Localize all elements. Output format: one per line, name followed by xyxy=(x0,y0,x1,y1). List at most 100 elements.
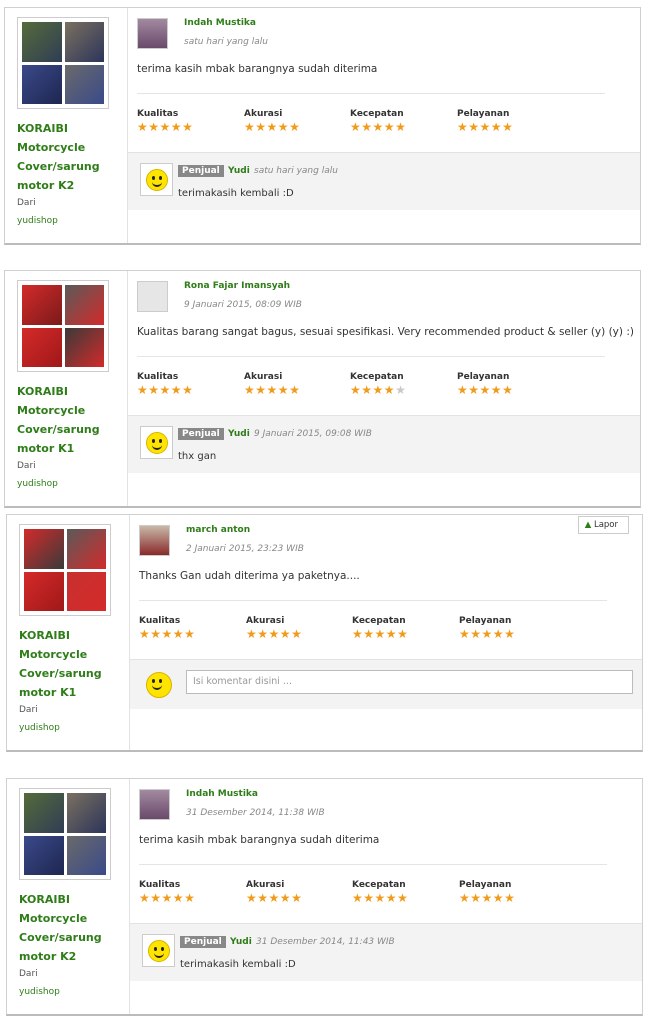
reply-date: satu hari yang lalu xyxy=(254,166,338,176)
review-card: KORAIBI Motorcycle Cover/sarung motor K1… xyxy=(6,514,643,752)
product-thumbnail[interactable] xyxy=(19,788,111,880)
star-icon: ★ xyxy=(470,891,482,905)
avatar[interactable] xyxy=(137,281,168,312)
star-icon: ★ xyxy=(137,120,149,134)
seller-name[interactable]: Yudi xyxy=(228,429,250,439)
rating-pelayanan: Pelayanan ★★★★★ xyxy=(457,372,514,397)
star-icon: ★ xyxy=(479,383,491,397)
star-icon: ★ xyxy=(268,627,280,641)
product-panel: KORAIBI Motorcycle Cover/sarung motor K2… xyxy=(5,8,128,243)
seller-avatar[interactable] xyxy=(142,934,175,967)
product-thumbnail[interactable] xyxy=(17,280,109,372)
product-name[interactable]: KORAIBI Motorcycle Cover/sarung motor K2 xyxy=(19,890,109,966)
star-icon: ★ xyxy=(372,120,384,134)
rating-akurasi: Akurasi ★★★★★ xyxy=(246,880,303,905)
product-name[interactable]: KORAIBI Motorcycle Cover/sarung motor K1 xyxy=(17,382,107,458)
star-icon: ★ xyxy=(374,891,386,905)
star-icon: ★ xyxy=(139,627,151,641)
star-icon: ★ xyxy=(361,120,373,134)
star-icon: ★ xyxy=(161,891,173,905)
review-card: KORAIBI Motorcycle Cover/sarung motor K2… xyxy=(4,7,641,245)
star-icon: ★ xyxy=(182,120,194,134)
avatar[interactable] xyxy=(139,789,170,820)
report-button[interactable]: ▲ Lapor xyxy=(577,516,629,534)
star-icon: ★ xyxy=(350,383,362,397)
reviewer-name[interactable]: Rona Fajar Imansyah xyxy=(184,281,290,291)
review-date: satu hari yang lalu xyxy=(184,37,268,47)
review-text: terima kasih mbak barangnya sudah diteri… xyxy=(137,63,378,75)
rating-kualitas: Kualitas ★★★★★ xyxy=(137,109,194,134)
star-icon: ★ xyxy=(289,383,301,397)
star-icon: ★ xyxy=(184,627,196,641)
star-icon: ★ xyxy=(502,120,514,134)
dari-label: Dari xyxy=(19,969,38,979)
star-icon: ★ xyxy=(257,891,269,905)
star-icon: ★ xyxy=(184,891,196,905)
star-icon: ★ xyxy=(246,627,258,641)
smiley-icon xyxy=(146,672,172,698)
star-icon: ★ xyxy=(291,627,303,641)
comment-input[interactable]: Isi komentar disini ... xyxy=(186,670,633,694)
rating-pelayanan: Pelayanan ★★★★★ xyxy=(459,616,516,641)
review-date: 31 Desember 2014, 11:38 WIB xyxy=(186,808,325,818)
dari-label: Dari xyxy=(17,198,36,208)
star-icon: ★ xyxy=(363,627,375,641)
star-icon: ★ xyxy=(397,891,409,905)
seller-badge: Penjual xyxy=(178,428,224,440)
star-icon: ★ xyxy=(502,383,514,397)
star-icon: ★ xyxy=(468,120,480,134)
avatar[interactable] xyxy=(137,18,168,49)
shop-link[interactable]: yudishop xyxy=(19,986,129,998)
dari-label: Dari xyxy=(19,705,38,715)
seller-avatar[interactable] xyxy=(140,426,173,459)
seller-avatar[interactable] xyxy=(140,163,173,196)
star-icon: ★ xyxy=(266,120,278,134)
seller-name[interactable]: Yudi xyxy=(228,166,250,176)
product-thumbnail[interactable] xyxy=(19,524,111,616)
rating-kecepatan: Kecepatan ★★★★★ xyxy=(350,372,407,397)
review-date: 9 Januari 2015, 08:09 WIB xyxy=(184,300,302,310)
star-icon: ★ xyxy=(289,120,301,134)
star-icon: ★ xyxy=(459,627,471,641)
product-thumbnail[interactable] xyxy=(17,17,109,109)
review-card: KORAIBI Motorcycle Cover/sarung motor K1… xyxy=(4,270,641,508)
product-name[interactable]: KORAIBI Motorcycle Cover/sarung motor K1 xyxy=(19,626,109,702)
star-icon: ★ xyxy=(159,120,171,134)
seller-name[interactable]: Yudi xyxy=(230,937,252,947)
star-icon: ★ xyxy=(277,120,290,134)
rating-akurasi: Akurasi ★★★★★ xyxy=(244,109,301,134)
reply-text: thx gan xyxy=(178,451,217,462)
shop-link[interactable]: yudishop xyxy=(17,478,127,490)
review-date: 2 Januari 2015, 23:23 WIB xyxy=(186,544,304,554)
avatar[interactable] xyxy=(139,525,170,556)
rating-akurasi: Akurasi ★★★★★ xyxy=(244,372,301,397)
review-text: Kualitas barang sangat bagus, sesuai spe… xyxy=(137,326,634,338)
warning-icon: ▲ xyxy=(584,520,592,530)
star-icon: ★ xyxy=(374,627,386,641)
smiley-icon xyxy=(145,168,168,191)
shop-link[interactable]: yudishop xyxy=(17,215,127,227)
star-icon: ★ xyxy=(470,627,482,641)
star-icon: ★ xyxy=(279,627,292,641)
reviewer-name[interactable]: march anton xyxy=(186,525,250,535)
star-icon: ★ xyxy=(244,383,256,397)
star-icon: ★ xyxy=(481,891,493,905)
product-panel: KORAIBI Motorcycle Cover/sarung motor K2… xyxy=(7,779,130,1014)
star-icon: ★ xyxy=(492,891,505,905)
star-icon: ★ xyxy=(277,383,290,397)
star-icon: ★ xyxy=(137,383,149,397)
star-icon: ★ xyxy=(172,891,185,905)
reviewer-name[interactable]: Indah Mustika xyxy=(186,789,258,799)
shop-link[interactable]: yudishop xyxy=(19,722,129,734)
divider xyxy=(137,93,605,94)
product-name[interactable]: KORAIBI Motorcycle Cover/sarung motor K2 xyxy=(17,119,107,195)
reviewer-name[interactable]: Indah Mustika xyxy=(184,18,256,28)
star-icon: ★ xyxy=(139,891,151,905)
reply-text: terimakasih kembali :D xyxy=(178,188,294,199)
reply-date: 9 Januari 2015, 09:08 WIB xyxy=(254,429,372,439)
star-icon: ★ xyxy=(291,891,303,905)
star-icon: ★ xyxy=(150,627,162,641)
seller-reply: Penjual Yudi 9 Januari 2015, 09:08 WIB t… xyxy=(128,415,640,473)
star-icon: ★ xyxy=(468,383,480,397)
star-icon: ★ xyxy=(481,627,493,641)
